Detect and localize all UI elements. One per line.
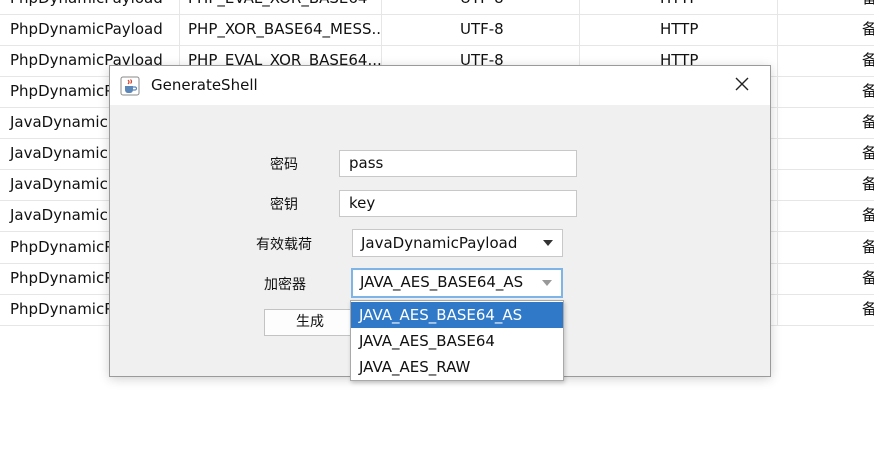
cryption-option[interactable]: JAVA_AES_BASE64 <box>351 328 563 354</box>
proxy-cell: HTTP <box>580 14 778 45</box>
note-cell: 备 <box>778 0 874 14</box>
note-cell: 备 <box>862 269 874 287</box>
proxy-cell: HTTP <box>580 0 778 14</box>
cryption-cell: PHP_XOR_BASE64_MESS... <box>180 14 382 45</box>
payload-label: 有效载荷 <box>256 237 312 253</box>
note-cell: 备 <box>862 113 874 131</box>
payload-cell: PhpDynamicPayload <box>0 0 180 14</box>
table-row[interactable]: PhpDynamicPayload PHP_XOR_BASE64_MESS...… <box>0 14 874 46</box>
close-icon <box>735 77 749 95</box>
cryption-select[interactable]: JAVA_AES_BASE64_AS <box>351 268 563 298</box>
payload-select[interactable]: JavaDynamicPayload <box>352 229 563 257</box>
note-cell: 备 <box>862 82 874 100</box>
dialog-title: GenerateShell <box>151 76 258 94</box>
note-cell: 备 <box>862 300 874 318</box>
cryption-cell: PHP_EVAL_XOR_BASE64 <box>180 0 382 14</box>
key-label: 密钥 <box>270 197 298 213</box>
note-cell: 备 <box>862 144 874 162</box>
key-field[interactable]: key <box>339 190 577 217</box>
note-cell: 备 <box>862 206 874 224</box>
password-label: 密码 <box>270 157 298 173</box>
cryption-label: 加密器 <box>264 277 306 293</box>
encoding-cell: UTF-8 <box>382 14 580 45</box>
payload-cell: PhpDynamicPayload <box>0 14 180 45</box>
note-cell: 备 <box>862 238 874 256</box>
close-button[interactable] <box>714 66 770 105</box>
note-cell: 备 <box>862 175 874 193</box>
password-field[interactable]: pass <box>339 150 577 177</box>
encoding-cell: UTF-8 <box>382 0 580 14</box>
cryption-select-value: JAVA_AES_BASE64_AS <box>360 273 524 291</box>
chevron-down-icon <box>539 270 555 296</box>
note-cell: 备 <box>862 51 874 69</box>
table-row[interactable]: PhpDynamicPayload PHP_EVAL_XOR_BASE64 UT… <box>0 0 874 15</box>
java-cup-icon <box>120 76 140 96</box>
generate-button[interactable]: 生成 <box>264 309 356 336</box>
cryption-dropdown-list: JAVA_AES_BASE64_AS JAVA_AES_BASE64 JAVA_… <box>350 300 564 381</box>
cryption-option[interactable]: JAVA_AES_RAW <box>351 354 563 380</box>
cryption-option[interactable]: JAVA_AES_BASE64_AS <box>351 302 563 328</box>
chevron-down-icon <box>540 230 556 256</box>
payload-select-value: JavaDynamicPayload <box>361 234 518 252</box>
note-cell: 备 <box>862 20 874 38</box>
dialog-titlebar[interactable]: GenerateShell <box>110 66 770 105</box>
